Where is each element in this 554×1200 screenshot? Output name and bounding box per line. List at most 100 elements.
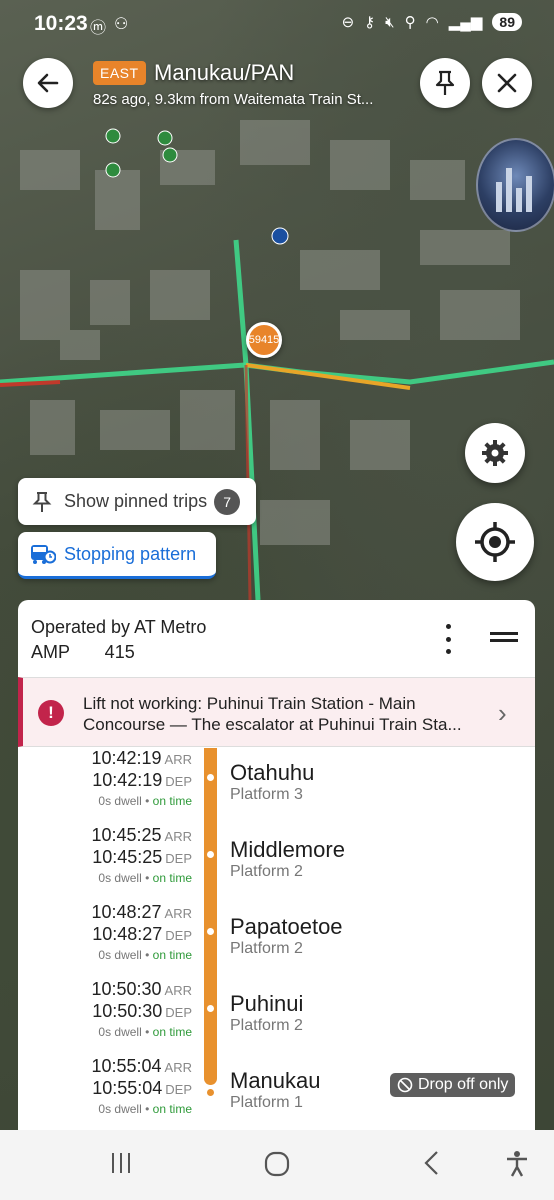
stop-row[interactable]: 10:42:19 ARR 10:42:19 DEP 0s dwell • on ti… [18, 748, 535, 825]
pin-icon [435, 70, 455, 95]
location-icon: ⚲ [404, 14, 416, 31]
arrival-time: 10:55:04 [91, 1056, 162, 1076]
stop-dot [207, 774, 214, 781]
drop-off-label: Drop off only [418, 1076, 509, 1093]
arr-tag: ARR [164, 906, 192, 921]
my-location-button[interactable] [456, 503, 534, 581]
stop-name: Puhinui [230, 991, 304, 1016]
departure-time: 10:50:30 [92, 1001, 163, 1021]
recents-icon [112, 1153, 130, 1173]
stop-dot [207, 851, 214, 858]
arrow-left-icon [37, 73, 59, 93]
dwell-time: 0s dwell [98, 794, 142, 808]
route-title: Manukau/PAN [154, 60, 295, 85]
stop-platform: Platform 1 [230, 1094, 303, 1111]
punctuality-status: on time [152, 948, 192, 962]
alert-text: Lift not working: Puhinui Train Station … [83, 694, 462, 734]
more-options-button[interactable] [438, 624, 458, 654]
mute-icon: 🔇︎ [385, 13, 395, 31]
battery-indicator: 89 [492, 13, 522, 31]
recents-button[interactable] [108, 1150, 134, 1181]
direction-badge: EAST [93, 61, 146, 85]
stop-name: Papatoetoe [230, 914, 343, 939]
dep-tag: DEP [165, 851, 192, 866]
wifi-icon: ◠ [425, 14, 439, 31]
pin-button[interactable] [420, 58, 470, 108]
departure-time: 10:45:25 [92, 847, 163, 867]
dwell-time: 0s dwell [98, 871, 142, 885]
drop-off-only-badge: Drop off only [390, 1073, 516, 1097]
route-subtitle: 82s ago, 9.3km from Waitemata Train St..… [93, 91, 374, 108]
arr-tag: ARR [164, 983, 192, 998]
stop-times: 10:55:04 ARR 10:55:04 DEP 0s dwell • on ti… [91, 1056, 192, 1116]
pin-icon [32, 491, 52, 512]
punctuality-status: on time [152, 1025, 192, 1039]
arr-tag: ARR [164, 752, 192, 767]
pinned-label: Show pinned trips [64, 491, 208, 511]
accessibility-icon [507, 1151, 527, 1177]
system-back-button[interactable] [420, 1150, 444, 1181]
close-button[interactable] [482, 58, 532, 108]
stop-platform: Platform 2 [230, 940, 303, 957]
street-view-thumbnail[interactable] [476, 138, 554, 232]
status-time: 10:23 [34, 12, 88, 35]
stop-times: 10:45:25 ARR 10:45:25 DEP 0s dwell • on ti… [91, 825, 192, 885]
crosshair-icon [475, 522, 515, 562]
arr-tag: ARR [164, 829, 192, 844]
stop-times: 10:42:19 ARR 10:42:19 DEP 0s dwell • on ti… [91, 748, 192, 808]
stopping-pattern-tab[interactable]: Stopping pattern [18, 532, 216, 579]
vehicle-marker[interactable]: 59415 [246, 322, 282, 358]
arrival-time: 10:50:30 [91, 979, 162, 999]
key-icon: ⚷ [364, 14, 376, 31]
home-button[interactable] [263, 1150, 291, 1183]
drag-handle[interactable] [490, 632, 518, 642]
kebab-dot [445, 636, 451, 642]
show-pinned-trips-button[interactable]: Show pinned trips 7 [18, 478, 256, 525]
terminus-dot [205, 1087, 216, 1098]
system-nav-bar [0, 1130, 554, 1200]
stop-row[interactable]: 10:48:27 ARR 10:48:27 DEP 0s dwell • on ti… [18, 902, 535, 979]
service-alert[interactable]: ! Lift not working: Puhinui Train Statio… [18, 677, 535, 747]
signal-icon: ▂▄▆ [448, 14, 483, 31]
notification-icons: ⓜ ⚇ [90, 14, 128, 38]
no-entry-icon [397, 1077, 413, 1093]
stop-times: 10:50:30 ARR 10:50:30 DEP 0s dwell • on ti… [91, 979, 192, 1039]
close-icon [497, 73, 517, 93]
stop-times: 10:48:27 ARR 10:48:27 DEP 0s dwell • on ti… [91, 902, 192, 962]
stop-platform: Platform 2 [230, 1017, 303, 1034]
trip-details-sheet: Operated by AT Metro AMP 415 ! Lift not … [18, 600, 535, 1130]
dwell-time: 0s dwell [98, 1102, 142, 1116]
dep-tag: DEP [165, 1005, 192, 1020]
accessibility-button[interactable] [504, 1150, 530, 1183]
dwell-time: 0s dwell [98, 948, 142, 962]
bus-clock-icon [31, 545, 56, 564]
arr-tag: ARR [164, 1060, 192, 1075]
chevron-left-icon [424, 1151, 438, 1175]
pinned-count-badge: 7 [214, 488, 241, 515]
stopping-pattern-label: Stopping pattern [64, 543, 197, 564]
arrival-time: 10:45:25 [91, 825, 162, 845]
back-button[interactable] [23, 58, 73, 108]
settings-button[interactable] [465, 423, 525, 483]
dep-tag: DEP [165, 1082, 192, 1097]
stop-row[interactable]: 10:50:30 ARR 10:50:30 DEP 0s dwell • on ti… [18, 979, 535, 1056]
stop-name: Middlemore [230, 837, 345, 862]
app-notification-icon: ⚇ [114, 16, 129, 33]
operator-label: Operated by AT Metro [31, 617, 207, 637]
alert-exclamation-icon: ! [38, 700, 64, 726]
stop-name: Manukau [230, 1068, 321, 1093]
punctuality-status: on time [152, 794, 192, 808]
status-bar: 10:23 ⓜ ⚇ ⊖ ⚷ 🔇︎ ⚲ ◠ ▂▄▆ 89 [0, 0, 554, 52]
chevron-right-icon: › [498, 698, 507, 728]
stop-platform: Platform 3 [230, 786, 303, 803]
dep-tag: DEP [165, 928, 192, 943]
stop-dot [207, 928, 214, 935]
stop-row[interactable]: 10:55:04 ARR 10:55:04 DEP 0s dwell • on ti… [18, 1056, 535, 1130]
system-icons: ⊖ ⚷ 🔇︎ ⚲ ◠ ▂▄▆ 89 [342, 13, 522, 31]
stop-row[interactable]: 10:45:25 ARR 10:45:25 DEP 0s dwell • on ti… [18, 825, 535, 902]
stop-platform: Platform 2 [230, 863, 303, 880]
stop-name: Otahuhu [230, 760, 315, 785]
punctuality-status: on time [152, 1102, 192, 1116]
home-icon [264, 1151, 290, 1177]
departure-time: 10:55:04 [92, 1078, 163, 1098]
